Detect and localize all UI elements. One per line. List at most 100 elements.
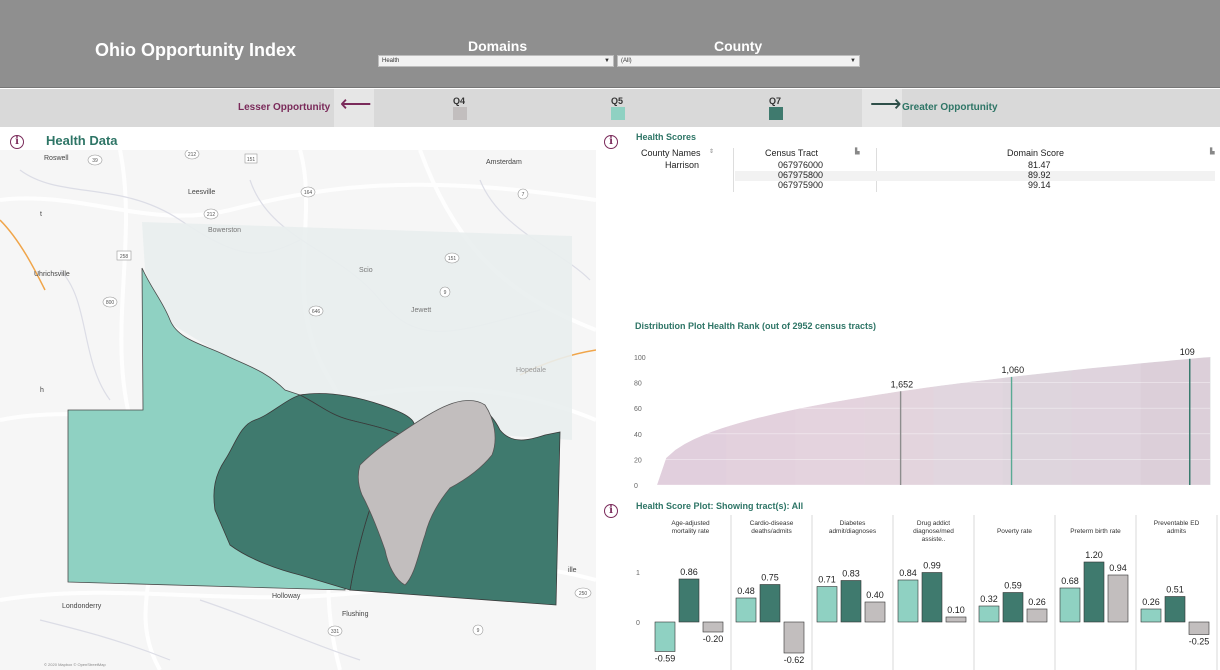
route-shield: 331 bbox=[327, 625, 343, 637]
info-icon[interactable]: i bbox=[604, 504, 618, 518]
cell-tract[interactable]: 067975800 bbox=[778, 170, 823, 180]
info-icon[interactable]: i bbox=[10, 135, 24, 149]
svg-text:151: 151 bbox=[448, 256, 457, 262]
column-divider bbox=[733, 148, 734, 192]
svg-text:9: 9 bbox=[444, 290, 447, 296]
legend-q7-label: Q7 bbox=[769, 96, 782, 106]
arrow-right-icon: ⟶ bbox=[870, 91, 902, 116]
score-bar-label: 0.83 bbox=[842, 569, 860, 579]
svg-text:250: 250 bbox=[579, 591, 588, 597]
score-bar-label: 0.48 bbox=[737, 586, 755, 596]
legend-lesser-label: Lesser Opportunity bbox=[238, 102, 331, 113]
route-shield: 9 bbox=[439, 286, 451, 298]
score-bar-label: 0.68 bbox=[1061, 576, 1079, 586]
score-bar-label: 0.10 bbox=[947, 605, 965, 615]
cell-county: Harrison bbox=[665, 160, 700, 170]
legend-q7-swatch[interactable] bbox=[769, 107, 783, 120]
distribution-y-tick: 20 bbox=[634, 457, 642, 464]
svg-text:258: 258 bbox=[120, 254, 129, 260]
score-bar-label: -0.59 bbox=[655, 654, 676, 664]
score-bar-label: 0.32 bbox=[980, 594, 998, 604]
score-bar bbox=[816, 586, 838, 623]
score-bar bbox=[735, 597, 757, 623]
score-bar-label: 0.26 bbox=[1028, 597, 1046, 607]
legend-bar bbox=[0, 89, 1220, 127]
map-canvas: Roswell Amsterdam Leesville Bowerston Sc… bbox=[0, 150, 596, 670]
svg-text:39: 39 bbox=[92, 158, 98, 164]
county-map[interactable]: Roswell Amsterdam Leesville Bowerston Sc… bbox=[0, 150, 596, 670]
distribution-chart[interactable]: 100 80 60 40 20 0 1,652 1,060 109 bbox=[630, 345, 1220, 495]
score-bar-label: 0.86 bbox=[680, 567, 698, 577]
score-plot-column-title: admits bbox=[1167, 528, 1187, 535]
score-plot-title: Health Score Plot: Showing tract(s): All bbox=[636, 501, 804, 511]
cell-tract[interactable]: 067975900 bbox=[778, 180, 823, 190]
svg-text:212: 212 bbox=[188, 152, 197, 158]
score-plot-column-title: deaths/admits bbox=[751, 528, 792, 535]
score-bar-label: 0.40 bbox=[866, 590, 884, 600]
score-plot-column-title: diagnose/med bbox=[913, 528, 954, 535]
sort-icon[interactable]: ⇕ bbox=[709, 148, 714, 155]
dashboard: Ohio Opportunity Index Domains County He… bbox=[0, 0, 1220, 670]
score-bar bbox=[783, 621, 805, 654]
score-bar bbox=[1026, 608, 1048, 623]
score-bar bbox=[1164, 596, 1186, 623]
map-attribution: © 2020 Mapbox © OpenStreetMap bbox=[44, 662, 106, 667]
cell-score: 99.14 bbox=[1028, 180, 1051, 190]
score-bar bbox=[840, 580, 862, 623]
map-label: Uhrichsville bbox=[34, 271, 70, 278]
county-select[interactable]: (All) ▼ bbox=[617, 55, 860, 67]
chevron-down-icon: ▼ bbox=[850, 58, 856, 64]
score-plot-column-title: Drug addict bbox=[917, 520, 950, 527]
score-bar-label: 0.71 bbox=[818, 575, 836, 585]
score-plot-column-title: admit/diagnoses bbox=[829, 528, 877, 535]
route-shield: 212 bbox=[184, 150, 200, 160]
legend-q5-swatch[interactable] bbox=[611, 107, 625, 120]
sort-icon[interactable]: ▙ bbox=[855, 148, 860, 155]
distribution-y-tick: 100 bbox=[634, 355, 646, 362]
route-shield: 646 bbox=[308, 305, 324, 317]
map-label: t bbox=[40, 211, 42, 218]
col-header-score[interactable]: Domain Score bbox=[1007, 148, 1064, 158]
domain-select[interactable]: Health ▼ bbox=[378, 55, 614, 67]
map-label: ille bbox=[568, 567, 577, 574]
score-plot-y-tick: 0 bbox=[636, 620, 640, 627]
score-plot-column-title: Cardio-disease bbox=[750, 520, 794, 527]
route-shield: 9 bbox=[472, 624, 484, 636]
svg-text:7: 7 bbox=[522, 192, 525, 198]
domain-select-value: Health bbox=[382, 58, 400, 64]
column-divider bbox=[876, 148, 877, 192]
score-plot-column-title: assiste.. bbox=[922, 536, 946, 543]
map-label: Amsterdam bbox=[486, 159, 522, 166]
scores-title: Health Scores bbox=[636, 132, 697, 142]
score-bar-label: 0.94 bbox=[1109, 563, 1127, 573]
sort-icon[interactable]: ▙ bbox=[1210, 148, 1215, 155]
domains-label: Domains bbox=[468, 38, 528, 54]
col-header-county[interactable]: County Names bbox=[641, 148, 701, 158]
score-bar-label: -0.25 bbox=[1189, 637, 1210, 647]
map-label: h bbox=[40, 387, 44, 394]
health-score-plot[interactable]: 1 0 Age-adjustedmortality rate -0.59 0.86 -0.… bbox=[630, 515, 1220, 670]
map-label: Leesville bbox=[188, 189, 215, 196]
info-icon[interactable]: i bbox=[604, 135, 618, 149]
score-bar bbox=[1140, 608, 1162, 623]
score-bar-label: 1.20 bbox=[1085, 550, 1103, 560]
score-bar-label: 0.75 bbox=[761, 573, 779, 583]
cell-tract[interactable]: 067976000 bbox=[778, 160, 823, 170]
score-bar bbox=[1002, 592, 1024, 623]
col-header-tract[interactable]: Census Tract bbox=[765, 148, 818, 158]
score-bar-label: 0.84 bbox=[899, 568, 917, 578]
map-label: Bowerston bbox=[208, 227, 241, 234]
distribution-marker-label: 1,060 bbox=[1002, 365, 1025, 375]
score-bar-label: 0.99 bbox=[923, 561, 941, 571]
score-bar-label: -0.20 bbox=[703, 634, 724, 644]
distribution-y-tick: 0 bbox=[634, 483, 638, 490]
score-plot-y-tick: 1 bbox=[636, 570, 640, 577]
score-bar-label: 0.26 bbox=[1142, 597, 1160, 607]
map-label: Roswell bbox=[44, 155, 69, 162]
map-label: Holloway bbox=[272, 593, 301, 600]
route-shield: 250 bbox=[574, 587, 592, 599]
score-bar bbox=[921, 572, 943, 623]
legend-q4-swatch[interactable] bbox=[453, 107, 467, 120]
route-shield: 212 bbox=[203, 208, 219, 220]
score-bar-label: 0.51 bbox=[1166, 585, 1184, 595]
